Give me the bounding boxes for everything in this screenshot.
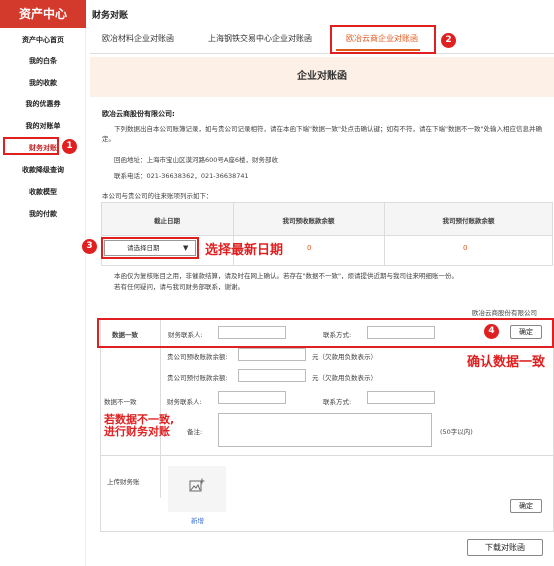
- step-badge-3: 3: [82, 239, 97, 254]
- letter-intro: 本公司与贵公司的往来账项列示如下：: [102, 192, 213, 200]
- step-badge-2: 2: [441, 33, 456, 48]
- upload-label: 上传财务账: [107, 478, 140, 486]
- sidebar-item-coupons[interactable]: 我的优惠券: [0, 99, 86, 109]
- upload-box[interactable]: [168, 466, 226, 512]
- sidebar-item-payments[interactable]: 我的付款: [0, 209, 86, 219]
- inconsistent-label: 数据不一致: [104, 398, 137, 406]
- receivable-value: 0: [307, 244, 312, 252]
- letter-banner: 企业对账函: [90, 57, 554, 97]
- advance-receivable-input[interactable]: [238, 348, 306, 361]
- remark-textarea[interactable]: [218, 413, 432, 447]
- advance-payable-label: 贵公司预付账款余额:: [167, 374, 228, 382]
- add-upload-link[interactable]: 新增: [191, 515, 204, 525]
- table-divider: [384, 202, 385, 266]
- sidebar-item-baitiao[interactable]: 我的白条: [0, 56, 86, 66]
- signature: 欧冶云商股份有限公司: [472, 309, 537, 317]
- sidebar: 资产中心 资产中心首页 我的白条 我的收款 我的优惠券 我的对账单 财务对账 收…: [0, 0, 86, 566]
- highlight-box-date: [101, 237, 199, 259]
- payable-value: 0: [463, 244, 468, 252]
- sidebar-item-asset-home[interactable]: 资产中心首页: [0, 35, 86, 45]
- sidebar-title: 资产中心: [0, 0, 86, 28]
- letter-phone: 联系电话：021-36638362，021-36638741: [114, 172, 249, 180]
- column-header-date: 截止日期: [154, 217, 180, 225]
- step-badge-1: 1: [62, 139, 77, 154]
- sidebar-item-receipt-model[interactable]: 收款模型: [0, 187, 86, 197]
- advance-receivable-unit: 元（欠款用负数表示）: [312, 353, 377, 361]
- page-title: 财务对账: [92, 11, 129, 21]
- letter-addressee: 欧冶云商股份有限公司:: [102, 110, 175, 118]
- annotation-if-inconsistent-2: 进行财务对账: [104, 425, 170, 438]
- column-header-receivable: 我司预收账款余额: [282, 217, 335, 225]
- step-badge-4: 4: [484, 324, 499, 339]
- inconsistent-contact-label: 财务联系人:: [167, 398, 202, 406]
- letter-body: 下列数据出自本公司账簿记录，如与贵公司记录相符，请在本函下端"数据一致"处点击确…: [102, 125, 542, 143]
- inconsistent-contact-input[interactable]: [218, 391, 286, 404]
- highlight-box-sidebar: [3, 137, 59, 155]
- sidebar-item-receipts[interactable]: 我的收款: [0, 78, 86, 88]
- tab-ouye-materials[interactable]: 欧冶材料企业对账函: [102, 33, 174, 44]
- tab-shanghai-steel[interactable]: 上海钢铁交易中心企业对账函: [208, 33, 312, 44]
- highlight-box-tab: [330, 25, 436, 54]
- inconsistent-method-input[interactable]: [367, 391, 435, 404]
- advance-receivable-label: 贵公司预收账款余额:: [167, 353, 228, 361]
- advance-payable-input[interactable]: [238, 369, 306, 382]
- inconsistent-method-label: 联系方式:: [323, 398, 352, 406]
- remark-hint: (50字以内): [440, 428, 473, 436]
- add-image-icon: [189, 478, 205, 492]
- letter-address: 回函地址：上海市宝山区漠河路600号A座6楼，财务部收: [114, 156, 278, 164]
- table-divider: [101, 235, 553, 236]
- annotation-select-latest-date: 选择最新日期: [205, 243, 284, 258]
- remark-label: 备注:: [187, 428, 203, 436]
- note-line-2: 若有任何疑问，请与我司财务部联系，谢谢。: [114, 283, 244, 291]
- download-letter-button[interactable]: 下载对账函: [467, 539, 543, 556]
- column-header-payable: 我司预付账款余额: [442, 217, 495, 225]
- confirm-inconsistent-button[interactable]: 确定: [510, 499, 542, 513]
- sidebar-item-downgrade-query[interactable]: 收款降级查询: [0, 165, 86, 175]
- advance-payable-unit: 元（欠款用负数表示）: [312, 374, 377, 382]
- note-line-1: 本函仅为复核账目之用，非催款结算，请及时在网上确认。若存在"数据不一致"，烦请提…: [114, 272, 458, 280]
- sidebar-item-statements[interactable]: 我的对账单: [0, 121, 86, 131]
